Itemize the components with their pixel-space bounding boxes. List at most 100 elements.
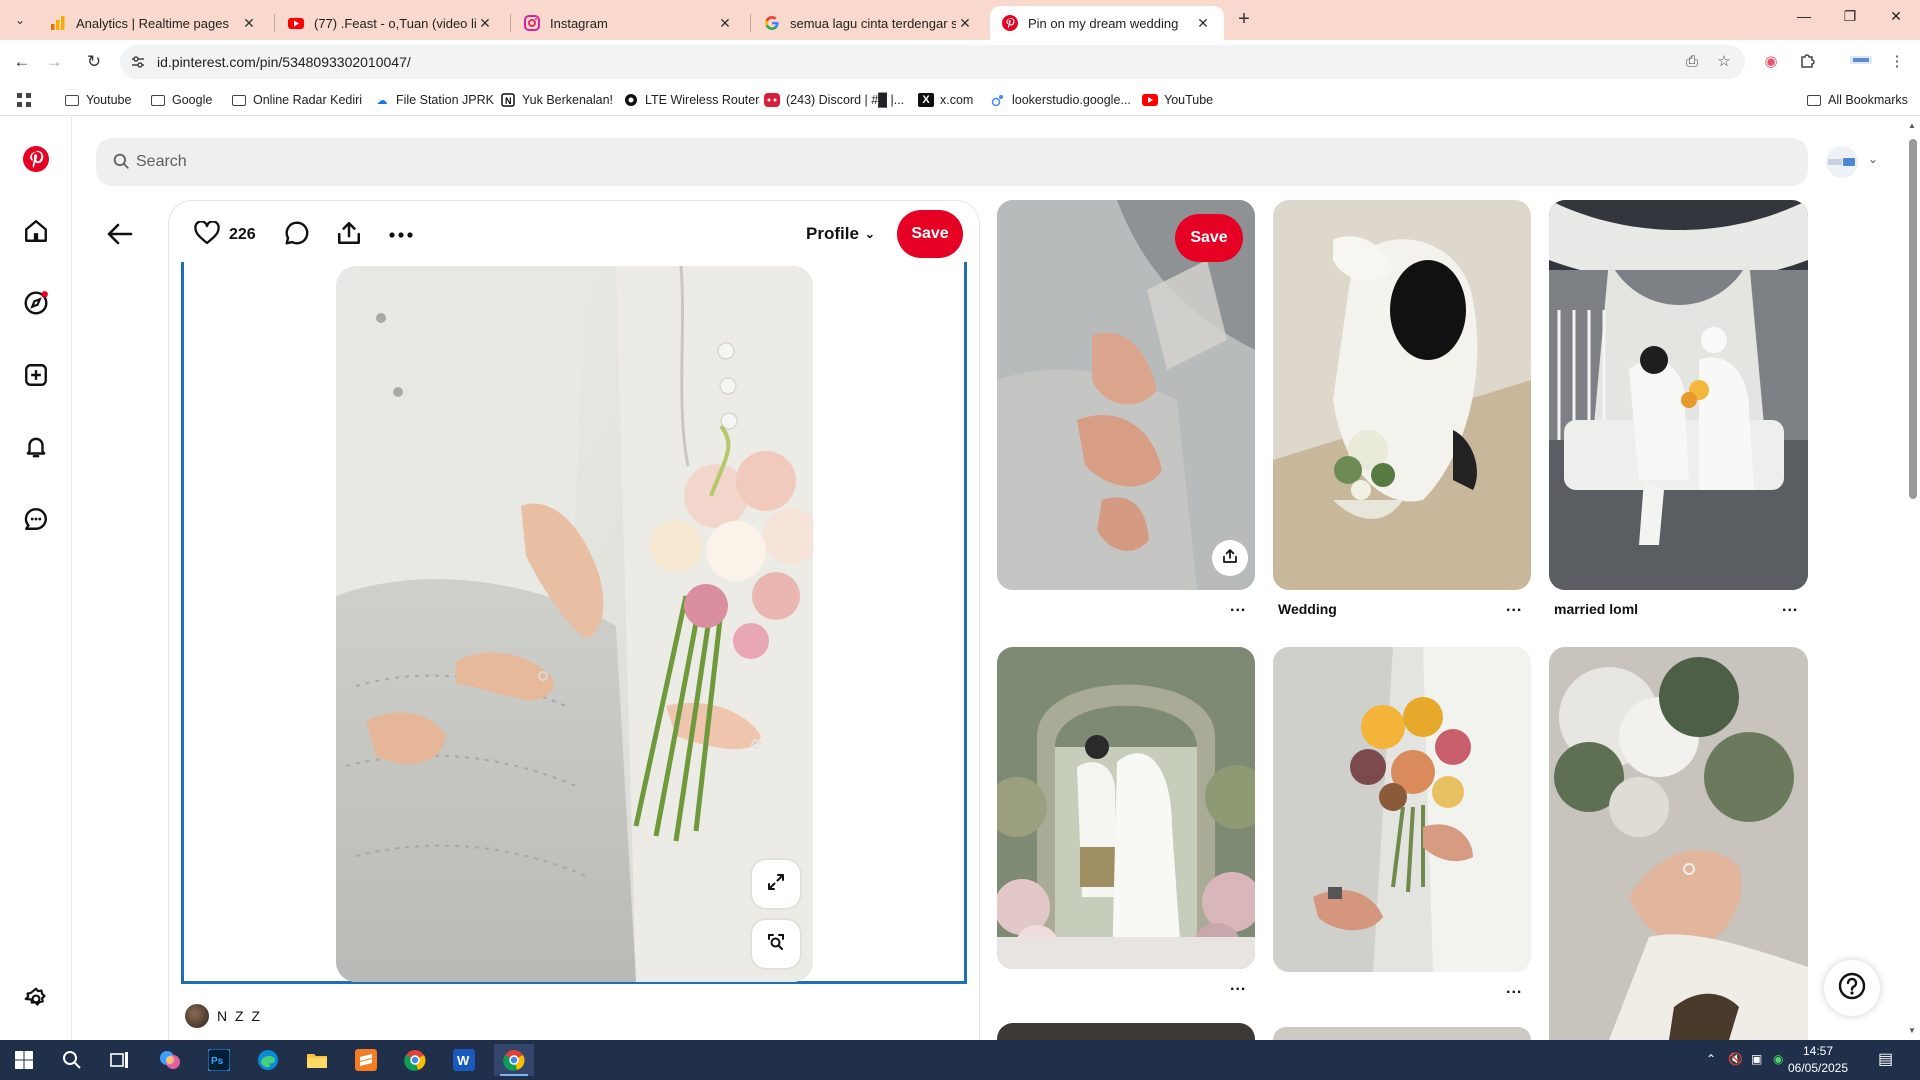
extensions-puzzle-icon[interactable] bbox=[1797, 51, 1819, 73]
close-icon[interactable]: ✕ bbox=[1194, 15, 1212, 32]
settings-gear-icon[interactable] bbox=[22, 985, 50, 1013]
related-pin-2-more[interactable]: ... bbox=[1506, 598, 1522, 616]
search-input[interactable] bbox=[136, 138, 1776, 186]
home-icon[interactable] bbox=[22, 217, 50, 245]
instagram-icon bbox=[524, 15, 540, 31]
bookmark-youtube[interactable]: YouTube bbox=[1142, 90, 1213, 110]
save-button[interactable]: Save bbox=[897, 210, 963, 258]
new-tab-button[interactable]: + bbox=[1232, 8, 1256, 32]
tab-separator bbox=[750, 14, 751, 32]
related-pin-6[interactable] bbox=[1549, 647, 1808, 1040]
all-bookmarks-button[interactable]: All Bookmarks bbox=[1806, 90, 1908, 110]
related-pin-3[interactable] bbox=[1549, 200, 1808, 590]
tray-chevron-up-icon[interactable]: ⌃ bbox=[1706, 1052, 1716, 1066]
comment-button[interactable] bbox=[284, 220, 310, 251]
restore-button[interactable]: ❐ bbox=[1836, 8, 1864, 32]
word-icon[interactable]: W bbox=[444, 1044, 484, 1076]
tab-pinterest[interactable]: Pin on my dream wedding ✕ bbox=[990, 6, 1224, 40]
page-scrollbar[interactable]: ▲ ▼ bbox=[1906, 117, 1920, 1040]
visual-search-button[interactable] bbox=[752, 920, 800, 968]
share-button[interactable] bbox=[336, 220, 362, 251]
related-pin-1-more[interactable]: ... bbox=[1230, 598, 1246, 616]
explore-icon[interactable] bbox=[22, 289, 50, 317]
volume-muted-icon[interactable]: 🔇 bbox=[1728, 1052, 1743, 1066]
related-pin-2-title[interactable]: Wedding bbox=[1278, 601, 1337, 617]
system-clock[interactable]: 14:57 06/05/2025 bbox=[1778, 1043, 1858, 1077]
taskbar-search-icon[interactable] bbox=[52, 1044, 92, 1076]
messages-icon[interactable] bbox=[22, 505, 50, 533]
extension-icon[interactable]: ◉ bbox=[1760, 51, 1782, 73]
create-icon[interactable] bbox=[22, 361, 50, 389]
close-icon[interactable]: ✕ bbox=[240, 15, 258, 32]
back-button[interactable] bbox=[104, 218, 136, 250]
tab-instagram[interactable]: Instagram ✕ bbox=[512, 6, 746, 40]
close-icon[interactable]: ✕ bbox=[956, 15, 974, 32]
tab-search-button[interactable]: ⌄ bbox=[8, 8, 32, 32]
related-pin-4-more[interactable]: ... bbox=[1230, 977, 1246, 995]
task-view-icon[interactable] bbox=[100, 1044, 140, 1076]
chevron-down-icon[interactable]: ⌄ bbox=[1868, 152, 1878, 166]
window-close-button[interactable]: ✕ bbox=[1882, 8, 1910, 32]
tab-google-search[interactable]: semua lagu cinta terdengar sam ✕ bbox=[752, 6, 986, 40]
related-save-button[interactable]: Save bbox=[1175, 214, 1243, 262]
bookmark-discord[interactable]: (243) Discord | #█ |... bbox=[764, 90, 904, 110]
related-pin-2[interactable] bbox=[1273, 200, 1531, 590]
edge-icon[interactable] bbox=[248, 1044, 288, 1076]
network-icon[interactable]: ▣ bbox=[1751, 1052, 1762, 1066]
bookmark-notion[interactable]: N Yuk Berkenalan! bbox=[500, 90, 613, 110]
scroll-down-arrow-icon[interactable]: ▼ bbox=[1908, 1026, 1916, 1035]
notification-center-icon[interactable]: ▤ bbox=[1878, 1049, 1893, 1069]
install-app-icon[interactable]: ⎙ bbox=[1683, 53, 1701, 71]
close-icon[interactable]: ✕ bbox=[716, 15, 734, 32]
notifications-bell-icon[interactable] bbox=[22, 433, 50, 461]
minimize-button[interactable]: — bbox=[1790, 8, 1818, 32]
bookmark-star-icon[interactable]: ☆ bbox=[1715, 53, 1733, 71]
file-explorer-icon[interactable] bbox=[297, 1044, 337, 1076]
forward-nav-button[interactable]: → bbox=[42, 50, 66, 74]
related-pin-3-title[interactable]: married loml bbox=[1554, 601, 1638, 617]
close-icon[interactable]: ✕ bbox=[476, 15, 494, 32]
bookmark-file-station[interactable]: ☁ File Station JPRK bbox=[374, 90, 494, 110]
bookmark-x[interactable]: X x.com bbox=[918, 90, 973, 110]
bookmark-google-folder[interactable]: Google bbox=[150, 90, 212, 110]
bookmark-lte-router[interactable]: LTE Wireless Router bbox=[623, 90, 759, 110]
photoshop-icon[interactable]: Ps bbox=[199, 1044, 239, 1076]
sublime-icon[interactable] bbox=[346, 1044, 386, 1076]
browser-menu-icon[interactable]: ⋮ bbox=[1886, 51, 1908, 73]
tab-analytics[interactable]: Analytics | Realtime pages ✕ bbox=[38, 6, 270, 40]
apps-grid-icon[interactable] bbox=[16, 90, 32, 110]
bookmark-youtube-folder[interactable]: Youtube bbox=[64, 90, 131, 110]
profile-avatar-icon[interactable] bbox=[1848, 51, 1874, 73]
url-text[interactable]: id.pinterest.com/pin/5348093302010047/ bbox=[157, 54, 411, 70]
chrome-alt-icon[interactable] bbox=[395, 1044, 435, 1076]
pinterest-logo-icon[interactable] bbox=[22, 145, 50, 173]
related-pin-4[interactable] bbox=[997, 647, 1255, 969]
related-pin-3-more[interactable]: ... bbox=[1782, 598, 1798, 616]
address-bar[interactable]: id.pinterest.com/pin/5348093302010047/ ⎙… bbox=[120, 45, 1745, 79]
related-share-button[interactable] bbox=[1212, 540, 1248, 576]
board-select-dropdown[interactable]: Profile ⌄ bbox=[806, 224, 875, 244]
help-button[interactable] bbox=[1824, 960, 1880, 1016]
bookmark-lookerstudio[interactable]: lookerstudio.google... bbox=[990, 90, 1131, 110]
related-pin-7[interactable] bbox=[997, 1023, 1255, 1040]
pin-image[interactable] bbox=[336, 266, 813, 982]
start-windows-icon[interactable] bbox=[4, 1044, 44, 1076]
tab-youtube[interactable]: (77) .Feast - o,Tuan (video lirik) ✕ bbox=[276, 6, 506, 40]
related-pin-8[interactable] bbox=[1273, 1027, 1531, 1040]
chrome-icon[interactable] bbox=[494, 1044, 534, 1076]
site-info-icon[interactable] bbox=[130, 54, 146, 70]
like-button[interactable]: 226 bbox=[194, 219, 256, 250]
more-options-button[interactable] bbox=[388, 226, 414, 244]
copilot-icon[interactable] bbox=[150, 1044, 190, 1076]
windows-taskbar: Ps W ⌃ 🔇 ▣ ◉ 14:57 06/05/2025 ▤ bbox=[0, 1040, 1920, 1080]
pin-author[interactable]: N Z Z bbox=[185, 1004, 262, 1028]
related-pin-5-more[interactable]: ... bbox=[1506, 980, 1522, 998]
scrollbar-thumb[interactable] bbox=[1909, 139, 1917, 499]
bookmark-radar-folder[interactable]: Online Radar Kediri bbox=[231, 90, 362, 110]
scroll-up-arrow-icon[interactable]: ▲ bbox=[1908, 121, 1916, 130]
related-pin-5[interactable] bbox=[1273, 647, 1531, 972]
reload-button[interactable]: ↻ bbox=[82, 50, 106, 74]
back-nav-button[interactable]: ← bbox=[10, 50, 34, 74]
account-avatar[interactable] bbox=[1826, 146, 1858, 178]
expand-image-button[interactable] bbox=[752, 860, 800, 908]
